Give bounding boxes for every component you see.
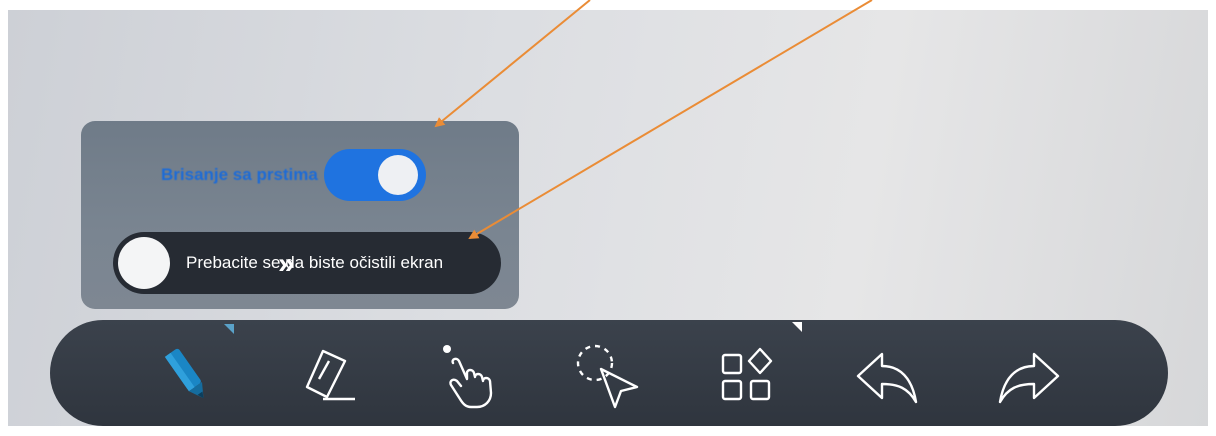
clear-screen-label: Prebacite se da biste očistili ekran » [186, 247, 444, 280]
finger-erase-label: Brisanje sa prstima [161, 165, 318, 184]
bottom-toolbar [50, 320, 1168, 426]
slider-handle[interactable] [118, 237, 170, 289]
apps-grid-icon [721, 347, 773, 401]
tool-options-indicator [224, 324, 234, 334]
pen-tool-button[interactable] [148, 324, 234, 416]
apps-tool-button[interactable] [708, 322, 802, 416]
finger-erase-toggle[interactable] [323, 149, 426, 201]
redo-arrow-icon [998, 352, 1060, 404]
tool-options-indicator [792, 322, 802, 332]
eraser-icon [305, 349, 355, 401]
eraser-tool-button[interactable] [288, 336, 368, 416]
double-chevron-right-icon: » [278, 247, 294, 280]
redo-button[interactable] [988, 336, 1068, 416]
undo-arrow-icon [856, 352, 918, 404]
hand-touch-icon [443, 345, 493, 409]
select-tool-button[interactable] [568, 336, 648, 416]
whiteboard-screen: Brisanje sa prstima Prebacite se da bist… [8, 10, 1208, 426]
undo-button[interactable] [848, 336, 928, 416]
pen-icon [164, 348, 204, 399]
clear-screen-slider[interactable]: Prebacite se da biste očistili ekran » [113, 232, 501, 294]
eraser-settings-popup: Brisanje sa prstima Prebacite se da bist… [81, 121, 519, 309]
touch-tool-button[interactable] [428, 336, 508, 416]
finger-erase-row: Brisanje sa prstima [161, 145, 426, 205]
toggle-knob [377, 155, 418, 195]
lasso-select-icon [576, 344, 639, 409]
